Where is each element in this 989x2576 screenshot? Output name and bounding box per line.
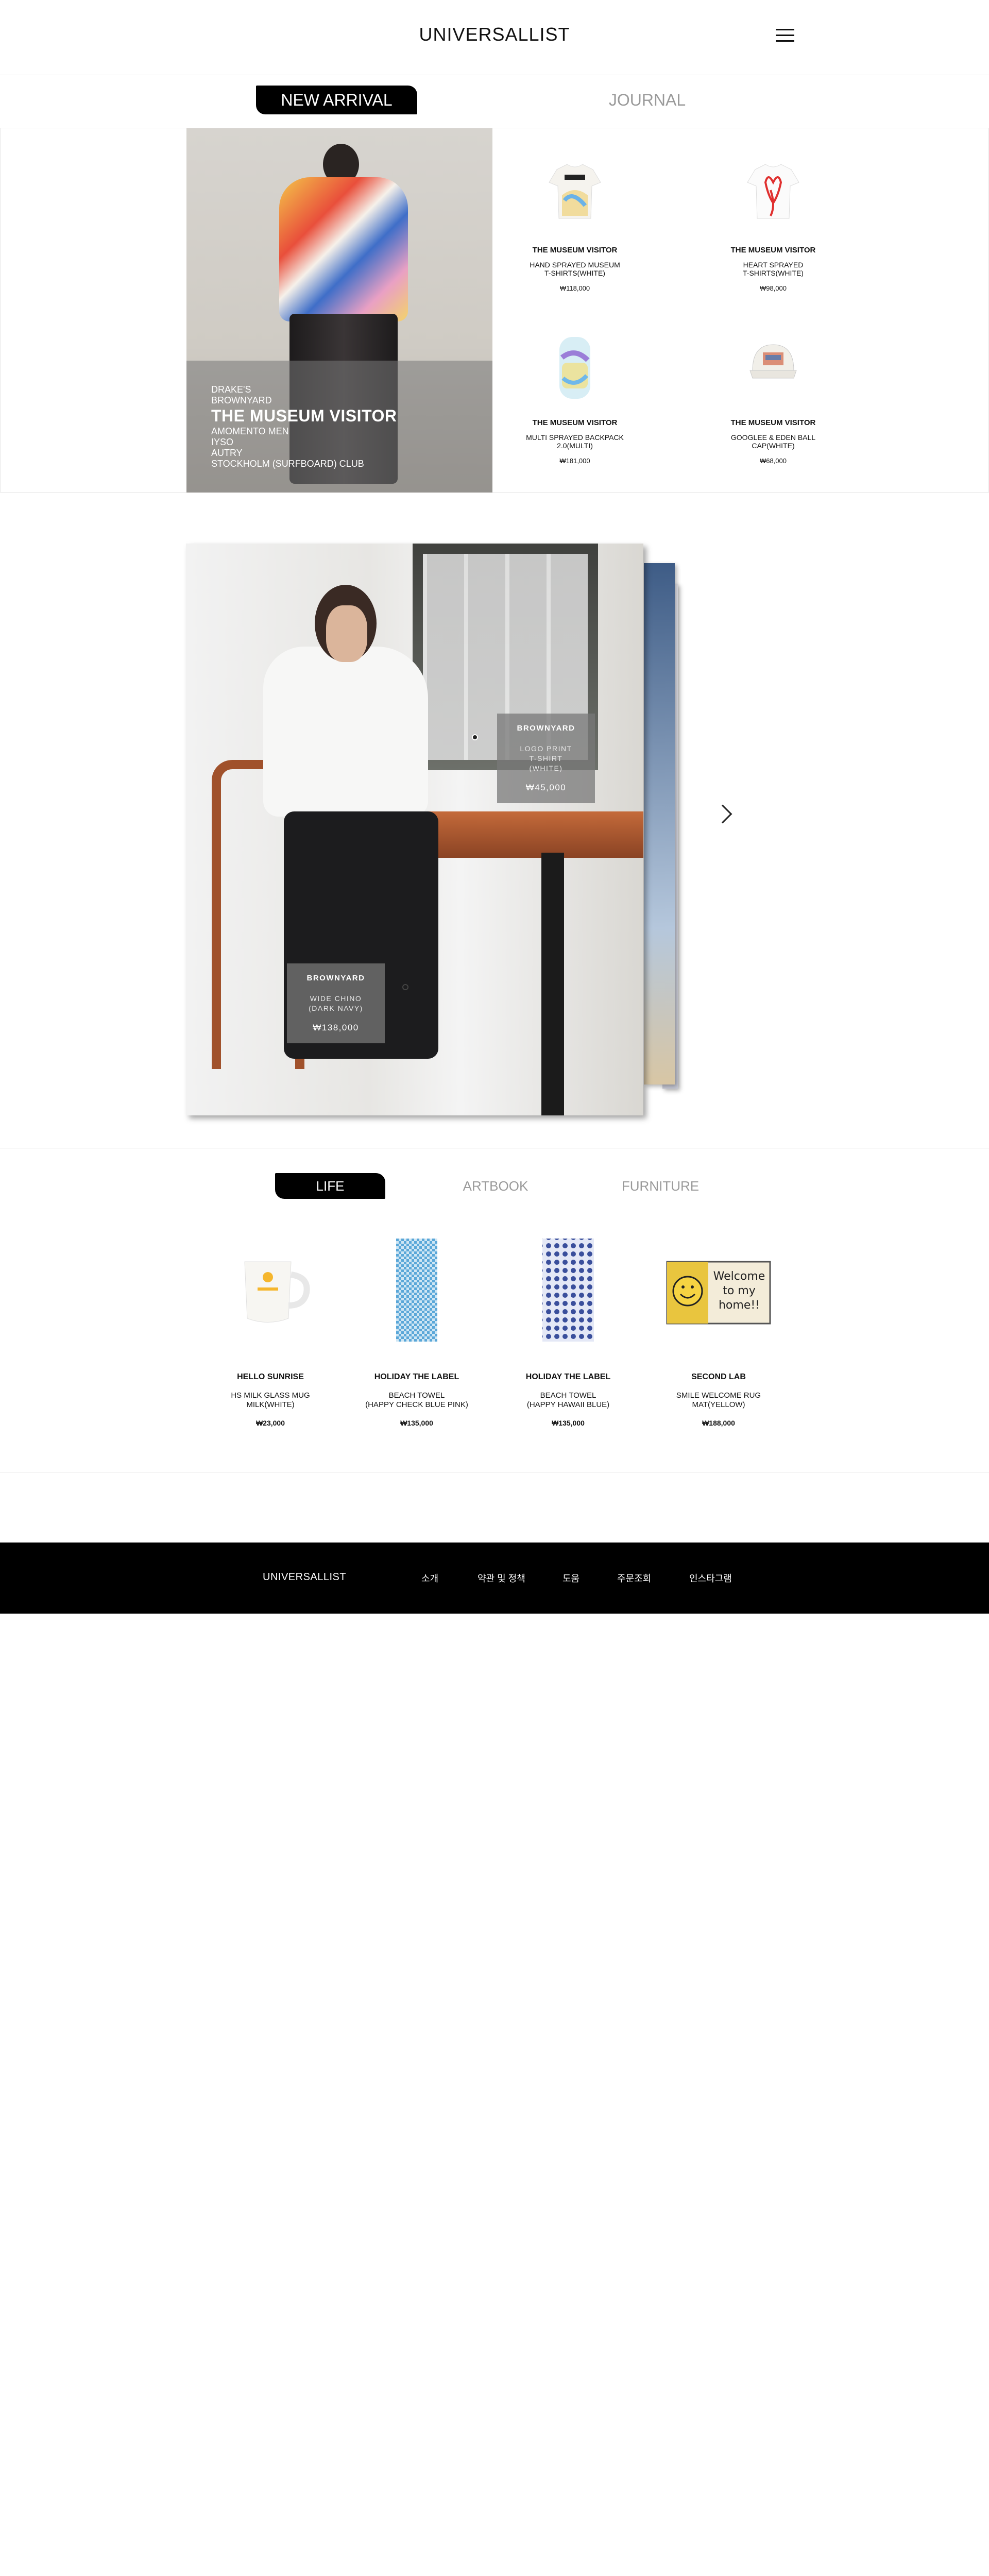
rug-image: Welcome to my home!! (662, 1233, 775, 1347)
tab-artbook[interactable]: ARTBOOK (440, 1173, 551, 1199)
product-card[interactable]: THE MUSEUM VISITOR MULTI SPRAYED BACKPAC… (492, 327, 657, 465)
tshirt-image (536, 154, 613, 231)
towel-image (360, 1233, 473, 1347)
svg-text:Welcome: Welcome (713, 1270, 765, 1283)
tab-journal[interactable]: JOURNAL (567, 86, 728, 114)
product-price: ₩98,000 (759, 284, 787, 292)
hero-brand-line: IYSO (211, 437, 234, 447)
product-tag[interactable]: BROWNYARD LOGO PRINT T-SHIRT (WHITE) ₩45,0… (497, 714, 595, 803)
new-arrival-grid: THE MUSEUM VISITOR HAND SPRAYED MUSEUM T-… (492, 128, 989, 493)
product-brand: HOLIDAY THE LABEL (525, 1372, 611, 1381)
footer-link-order-lookup[interactable]: 주문조회 (617, 1571, 651, 1585)
product-name: HAND SPRAYED MUSEUM T-SHIRTS(WHITE) (530, 261, 620, 277)
hero-brand-line: AUTRY (211, 448, 243, 458)
product-brand: THE MUSEUM VISITOR (532, 418, 618, 427)
tab-life[interactable]: LIFE (275, 1173, 385, 1199)
product-name: BEACH TOWEL (HAPPY CHECK BLUE PINK) (365, 1391, 468, 1409)
mug-image (214, 1233, 327, 1347)
life-section: LIFE ARTBOOK FURNITURE HELLO SUNRISE HS … (0, 1148, 989, 1472)
product-brand: SECOND LAB (691, 1372, 746, 1381)
hotspot-marker[interactable] (472, 734, 478, 740)
product-brand: THE MUSEUM VISITOR (730, 418, 816, 427)
footer-link-about[interactable]: 소개 (421, 1571, 438, 1585)
product-name: HEART SPRAYED T-SHIRTS(WHITE) (743, 261, 804, 277)
product-tag[interactable]: BROWNYARD WIDE CHINO (DARK NAVY) ₩138,000 (287, 963, 385, 1043)
product-price: ₩135,000 (400, 1419, 433, 1427)
svg-text:home!!: home!! (719, 1299, 760, 1312)
product-brand: HOLIDAY THE LABEL (374, 1372, 459, 1381)
footer-link-help[interactable]: 도움 (562, 1571, 579, 1585)
product-price: ₩68,000 (759, 457, 787, 465)
product-card[interactable]: HOLIDAY THE LABEL BEACH TOWEL (HAPPY CHEC… (352, 1233, 481, 1427)
tshirt-image (735, 154, 812, 231)
product-name: GOOGLEE & EDEN BALL CAP(WHITE) (730, 433, 816, 450)
footer-logo[interactable]: UNIVERSALLIST (263, 1571, 346, 1583)
product-name: HS MILK GLASS MUG MILK(WHITE) (231, 1391, 310, 1409)
hero-banner[interactable]: DRAKE'S BROWNYARD THE MUSEUM VISITOR AMO… (186, 128, 492, 493)
product-price: ₩188,000 (702, 1419, 735, 1427)
product-name: BEACH TOWEL (HAPPY HAWAII BLUE) (526, 1391, 610, 1409)
product-card[interactable]: HOLIDAY THE LABEL BEACH TOWEL (HAPPY HAWA… (504, 1233, 633, 1427)
product-brand: THE MUSEUM VISITOR (730, 246, 816, 255)
product-name: MULTI SPRAYED BACKPACK 2.0(MULTI) (526, 433, 624, 450)
lookbook-stack-card (644, 563, 675, 1084)
site-logo[interactable]: UNIVERSALLIST (0, 24, 989, 45)
cap-image (735, 327, 812, 404)
hero-title: THE MUSEUM VISITOR (211, 406, 397, 425)
product-price: ₩135,000 (552, 1419, 585, 1427)
backpack-image (536, 327, 613, 404)
product-price: ₩23,000 (255, 1419, 285, 1427)
product-card[interactable]: Welcome to my home!! SECOND LAB SMILE WE… (654, 1233, 783, 1427)
table-leg (541, 853, 564, 1115)
hero-brand-line: BROWNYARD (211, 395, 272, 405)
hotspot-marker[interactable] (402, 984, 408, 990)
hamburger-menu-icon[interactable] (776, 29, 794, 44)
towel-image (511, 1233, 625, 1347)
model-face (326, 605, 367, 662)
footer-link-instagram[interactable]: 인스타그램 (689, 1571, 732, 1585)
hero-brand-line: AMOMENTO MEN (211, 426, 289, 436)
tab-new-arrival[interactable]: NEW ARRIVAL (256, 86, 417, 114)
product-price: ₩181,000 (559, 457, 590, 465)
lookbook-main-image: BROWNYARD LOGO PRINT T-SHIRT (WHITE) ₩45,0… (186, 544, 643, 1115)
site-header: UNIVERSALLIST (0, 0, 989, 75)
svg-text:to my: to my (723, 1284, 756, 1297)
footer-link-terms[interactable]: 약관 및 정책 (478, 1571, 525, 1585)
hero-model-jacket (279, 177, 408, 321)
product-price: ₩118,000 (559, 284, 590, 292)
product-name: SMILE WELCOME RUG MAT(YELLOW) (676, 1391, 761, 1409)
new-arrival-section: DRAKE'S BROWNYARD THE MUSEUM VISITOR AMO… (0, 128, 989, 493)
hero-brand-line: STOCKHOLM (SURFBOARD) CLUB (211, 459, 364, 469)
hero-brand-line: DRAKE'S (211, 384, 251, 395)
site-footer: UNIVERSALLIST 소개 약관 및 정책 도움 주문조회 인스타그램 (0, 1543, 989, 1614)
section-tabs: NEW ARRIVAL JOURNAL (0, 75, 989, 128)
tab-furniture[interactable]: FURNITURE (605, 1173, 715, 1199)
product-brand: THE MUSEUM VISITOR (532, 246, 618, 255)
product-card[interactable]: THE MUSEUM VISITOR HAND SPRAYED MUSEUM T-… (492, 154, 657, 292)
model-shirt (263, 647, 428, 817)
product-card[interactable]: HELLO SUNRISE HS MILK GLASS MUG MILK(WHIT… (206, 1233, 335, 1427)
product-card[interactable]: THE MUSEUM VISITOR HEART SPRAYED T-SHIRTS… (691, 154, 856, 292)
product-card[interactable]: THE MUSEUM VISITOR GOOGLEE & EDEN BALL CA… (691, 327, 856, 465)
product-brand: HELLO SUNRISE (237, 1372, 304, 1381)
